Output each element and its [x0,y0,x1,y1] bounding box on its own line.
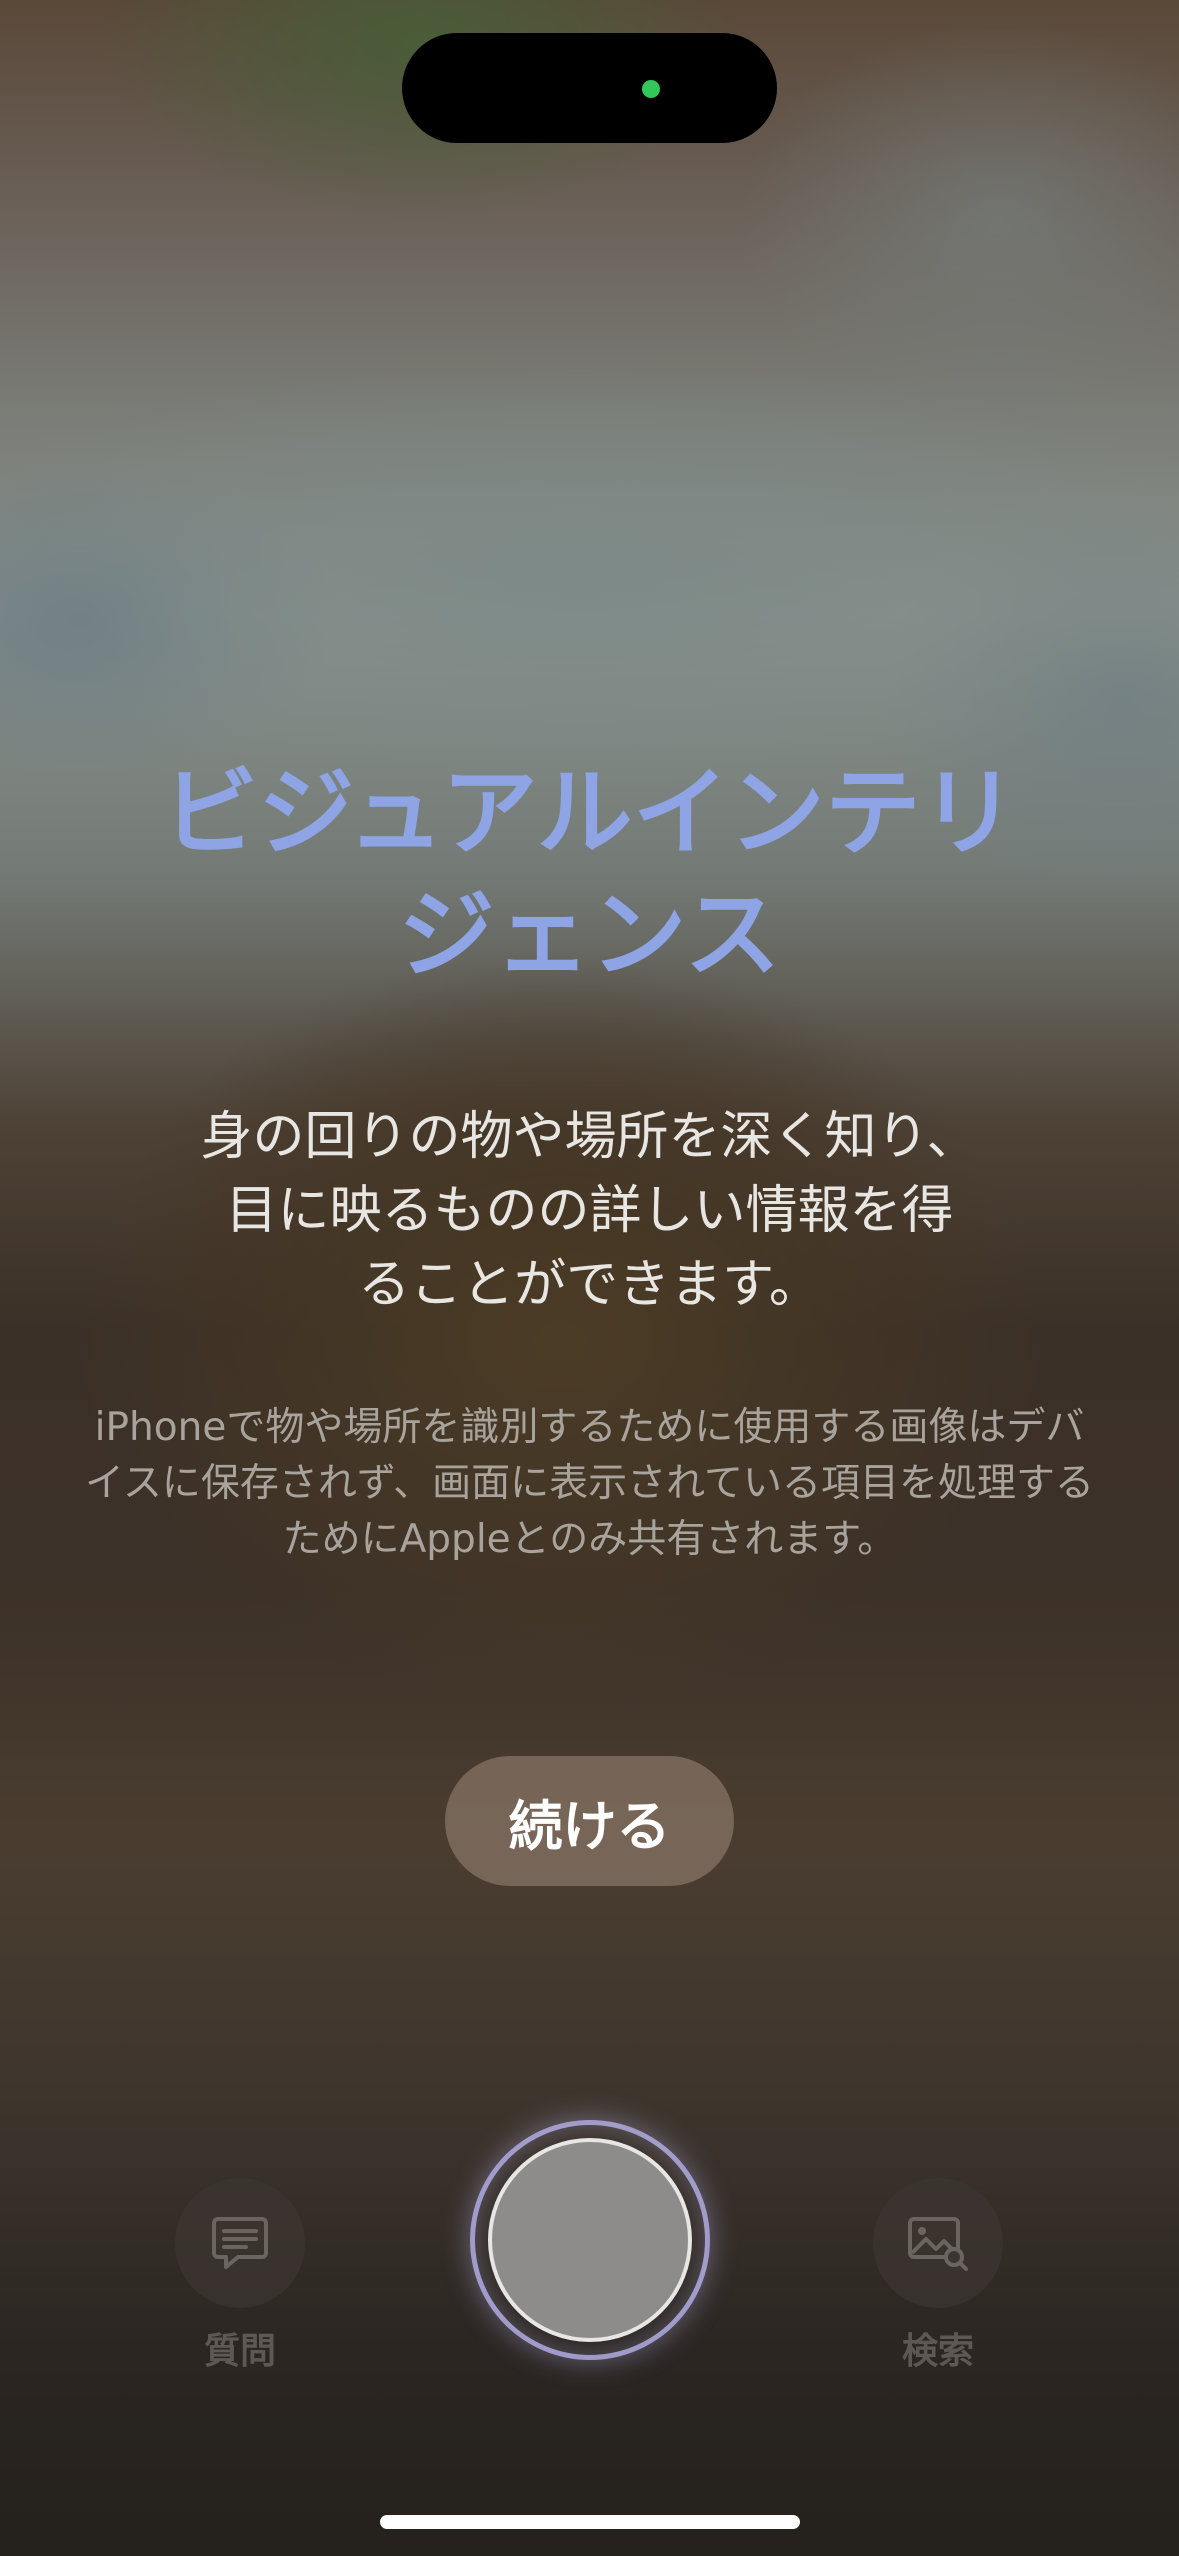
search-button[interactable] [873,2178,1003,2308]
camera-active-indicator [642,80,660,98]
home-indicator[interactable] [380,2515,800,2529]
intro-subtitle: 身の回りの物や場所を深く知り、目に映るものの詳しい情報を得ることができます。 [200,1107,979,1315]
privacy-notice: iPhoneで物や場所を識別するために使用する画像はデバイスに保存されず、画面に… [85,1405,1094,1562]
search-label: 検索 [901,2331,974,2372]
ask-button[interactable] [175,2178,305,2308]
intro-title: ビジュアルインテリジェンス [162,757,1017,991]
dynamic-island [402,33,777,143]
ask-label: 質問 [203,2331,276,2372]
chat-bubble-icon [212,2217,268,2269]
continue-button[interactable]: 続ける [445,1756,734,1886]
shutter-button[interactable] [488,2138,692,2342]
image-search-icon [908,2217,968,2271]
